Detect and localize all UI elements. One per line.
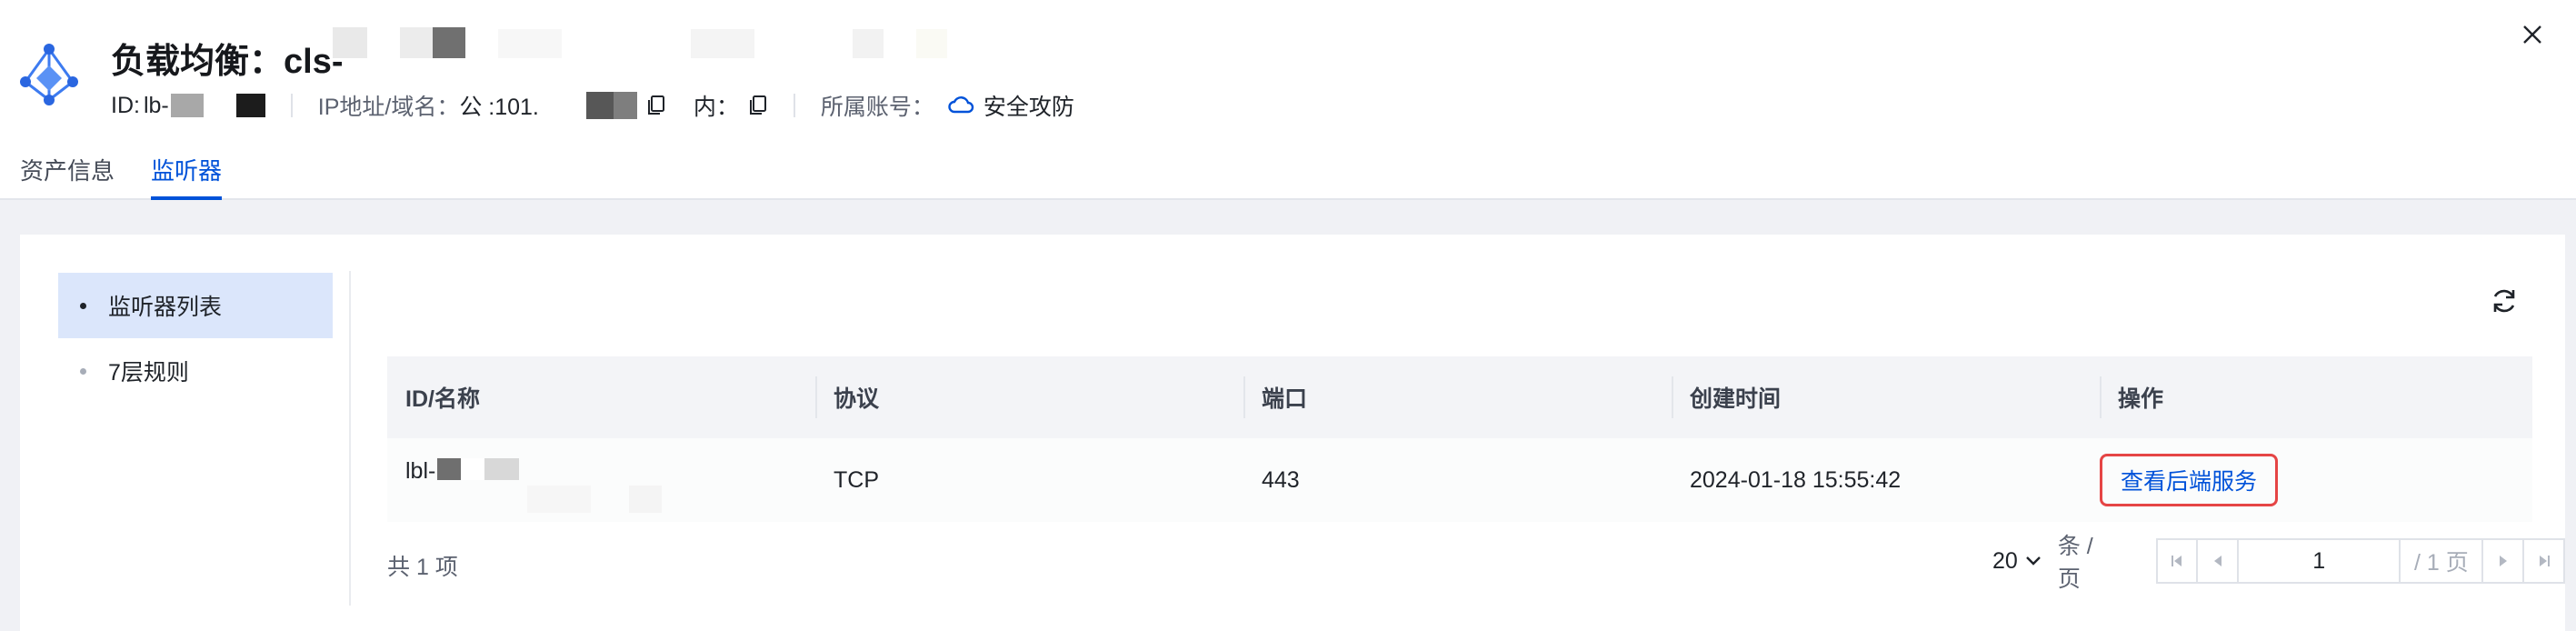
prev-page-button[interactable] xyxy=(2196,538,2240,584)
tab-bar: 资产信息 监听器 xyxy=(20,149,258,200)
listener-id: lbl- xyxy=(405,458,436,484)
redacted-block xyxy=(433,27,465,58)
redacted-block xyxy=(484,458,520,480)
total-count: 共 1 项 xyxy=(387,555,458,580)
side-item-label: 监听器列表 xyxy=(108,295,223,320)
listener-id-cell: lbl- xyxy=(387,438,815,522)
table-row: lbl- TCP 443 2024-01-18 15:55:42 查看后端服务 xyxy=(387,438,2532,522)
pagination: 20 条 / 页 / 1 页 xyxy=(1992,534,2565,592)
refresh-icon[interactable] xyxy=(2489,285,2520,316)
redacted-block xyxy=(853,29,884,58)
created-time-cell: 2024-01-18 15:55:42 xyxy=(1690,466,1902,493)
divider xyxy=(349,271,351,606)
column-header: 创建时间 xyxy=(1672,356,2100,438)
page-title: 负载均衡：cls- xyxy=(111,43,344,81)
redacted-block xyxy=(203,94,236,117)
redacted-block xyxy=(437,458,462,480)
redacted-block xyxy=(333,27,367,58)
ip-public: 公 :101. xyxy=(459,95,539,120)
bullet-icon xyxy=(80,367,86,375)
page-number-input[interactable] xyxy=(2237,538,2401,584)
id-value: lb- xyxy=(143,92,169,118)
redacted-block xyxy=(461,458,485,480)
chevron-down-icon xyxy=(2025,556,2041,566)
table-header: ID/名称 协议 端口 创建时间 操作 xyxy=(387,356,2532,438)
tab-listeners[interactable]: 监听器 xyxy=(151,149,223,200)
first-page-icon xyxy=(2172,556,2182,566)
redacted-block xyxy=(235,94,265,117)
last-page-icon xyxy=(2539,556,2550,566)
protocol-cell: TCP xyxy=(834,466,879,493)
listener-table: ID/名称 协议 端口 创建时间 操作 lbl- TCP 443 2024-01… xyxy=(387,356,2532,522)
tab-asset-info[interactable]: 资产信息 xyxy=(20,149,115,200)
next-page-icon xyxy=(2499,556,2507,566)
action-cell: 查看后端服务 xyxy=(2100,438,2532,522)
redacted-block xyxy=(691,29,754,58)
redacted-block xyxy=(613,92,637,119)
column-header: 协议 xyxy=(815,356,1243,438)
divider xyxy=(793,94,795,117)
account-label: 所属账号： xyxy=(820,95,934,120)
page-size-select[interactable]: 20 xyxy=(1992,548,2042,575)
ip-label: IP地址/域名： xyxy=(317,95,460,120)
redacted-block xyxy=(498,29,562,58)
copy-icon[interactable] xyxy=(748,95,768,116)
redacted-block xyxy=(538,94,586,117)
side-item-l7-rules[interactable]: 7层规则 xyxy=(58,338,333,404)
load-balancer-logo xyxy=(20,44,78,105)
prev-page-icon xyxy=(2213,556,2222,566)
bullet-icon xyxy=(80,302,86,309)
id-label: ID: xyxy=(111,92,140,118)
per-page-label: 条 / 页 xyxy=(2057,534,2093,592)
total-pages: / 1 页 xyxy=(2399,538,2484,584)
redacted-block xyxy=(400,27,433,58)
ip-private: 内： xyxy=(693,95,739,120)
redacted-block xyxy=(585,92,614,119)
copy-icon[interactable] xyxy=(646,95,666,116)
port-cell: 443 xyxy=(1262,466,1300,493)
side-item-label: 7层规则 xyxy=(108,360,189,386)
meta-row: ID: lb- IP地址/域名： 公 :101. 内： 所属账号： 安全攻防 xyxy=(111,89,1074,122)
account-value: 安全攻防 xyxy=(983,95,1074,120)
first-page-button[interactable] xyxy=(2155,538,2199,584)
column-header: ID/名称 xyxy=(405,386,480,412)
divider xyxy=(290,94,293,117)
redacted-block xyxy=(629,486,662,513)
next-page-button[interactable] xyxy=(2481,538,2525,584)
page-size-value: 20 xyxy=(1992,547,2018,574)
column-header: 操作 xyxy=(2100,356,2532,438)
cloud-icon xyxy=(948,96,974,114)
content-panel: 监听器列表 7层规则 ID/名称 协议 端口 创建时间 操作 lbl- TCP … xyxy=(20,235,2565,631)
last-page-button[interactable] xyxy=(2522,538,2565,584)
side-nav: 监听器列表 7层规则 xyxy=(58,273,333,404)
side-item-listener-list[interactable]: 监听器列表 xyxy=(58,273,333,338)
redacted-block xyxy=(170,94,204,117)
column-header: 端口 xyxy=(1243,356,1672,438)
close-icon[interactable] xyxy=(2520,22,2545,47)
redacted-block xyxy=(916,29,947,58)
redacted-block xyxy=(527,486,591,513)
page-header: 负载均衡：cls- ID: lb- IP地址/域名： 公 :101. 内： 所属… xyxy=(0,0,2576,200)
view-backend-service-link[interactable]: 查看后端服务 xyxy=(2100,454,2279,506)
